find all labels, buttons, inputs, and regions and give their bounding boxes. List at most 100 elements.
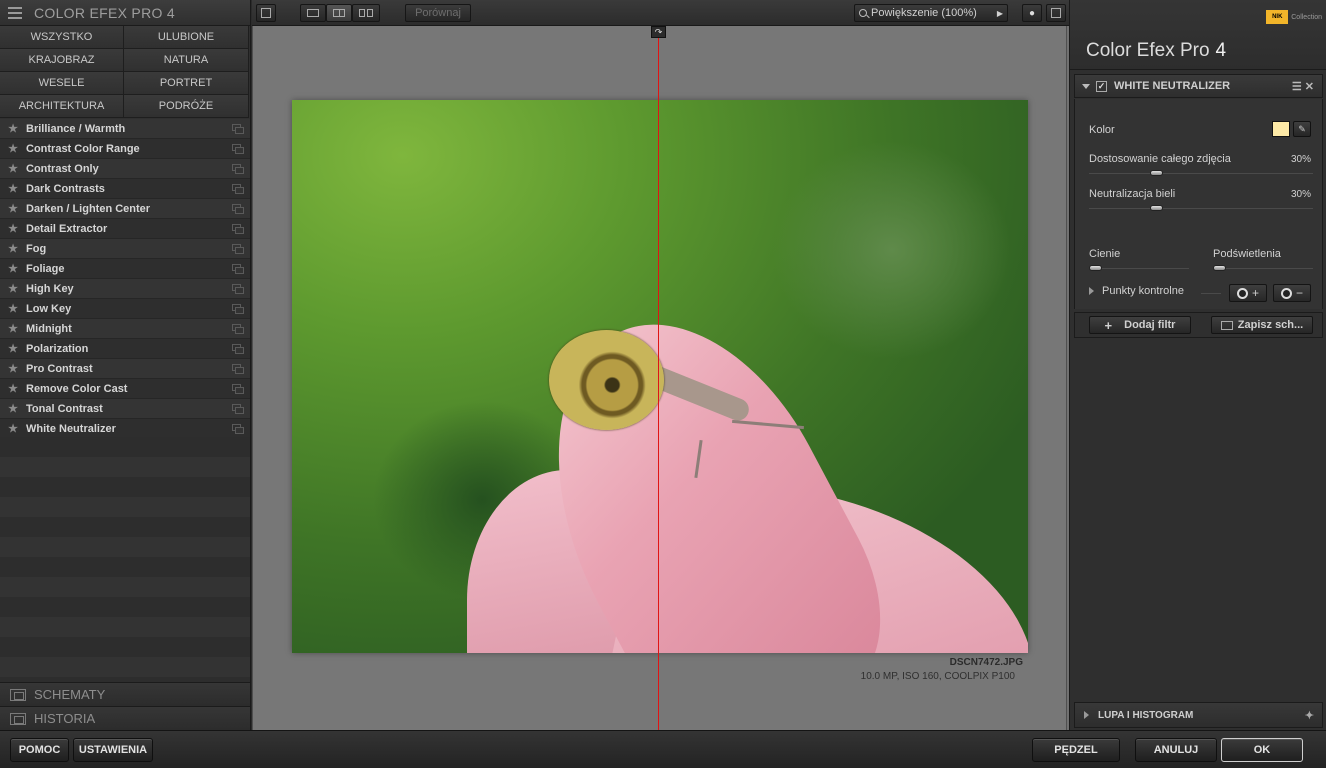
category-architecture[interactable]: ARCHITEKTURA bbox=[0, 95, 124, 118]
presets-stack-icon[interactable] bbox=[232, 384, 244, 394]
filter-options-icons[interactable]: ☰ ✕ bbox=[1292, 80, 1314, 93]
side-by-side-button[interactable] bbox=[352, 4, 380, 22]
filter-list-item[interactable]: ★ Pro Contrast bbox=[0, 359, 250, 379]
shadows-slider[interactable] bbox=[1089, 268, 1189, 269]
cancel-button[interactable]: ANULUJ bbox=[1135, 738, 1217, 762]
control-points-row[interactable]: Punkty kontrolne bbox=[1089, 285, 1184, 297]
preview-canvas[interactable]: ↷ DSCN7472.JPG 10.0 MP, ISO 160, COOLPIX… bbox=[252, 26, 1069, 730]
category-portrait[interactable]: PORTRET bbox=[124, 72, 249, 95]
presets-stack-icon[interactable] bbox=[232, 204, 244, 214]
remove-control-point-button[interactable]: − bbox=[1273, 284, 1311, 302]
eyedropper-button[interactable]: ✎ bbox=[1293, 121, 1311, 137]
favorite-star-icon[interactable]: ★ bbox=[0, 202, 26, 215]
favorite-star-icon[interactable]: ★ bbox=[0, 302, 26, 315]
favorite-star-icon[interactable]: ★ bbox=[0, 242, 26, 255]
presets-stack-icon[interactable] bbox=[232, 404, 244, 414]
filter-list-item[interactable]: ★ Fog bbox=[0, 239, 250, 259]
add-control-point-button[interactable]: + bbox=[1229, 284, 1267, 302]
menu-icon[interactable] bbox=[8, 6, 22, 19]
background-toggle-button[interactable]: ● bbox=[1022, 4, 1042, 22]
white-neutralization-slider[interactable] bbox=[1089, 208, 1313, 209]
split-view-button[interactable] bbox=[326, 4, 352, 22]
help-button[interactable]: POMOC bbox=[10, 738, 69, 762]
category-all[interactable]: WSZYSTKO bbox=[0, 26, 124, 49]
favorite-star-icon[interactable]: ★ bbox=[0, 282, 26, 295]
pin-icon[interactable]: ✦ bbox=[1305, 709, 1314, 722]
zoom-button[interactable]: Powiększenie (100%) ▶ bbox=[854, 4, 1008, 22]
hide-browser-button[interactable] bbox=[256, 4, 276, 22]
filter-list-item[interactable]: ★ Dark Contrasts bbox=[0, 179, 250, 199]
category-landscape[interactable]: KRAJOBRAZ bbox=[0, 49, 124, 72]
global-adjust-slider[interactable] bbox=[1089, 173, 1313, 174]
filter-list-item[interactable]: ★ Contrast Only bbox=[0, 159, 250, 179]
presets-stack-icon[interactable] bbox=[232, 304, 244, 314]
filter-list-item[interactable]: ★ High Key bbox=[0, 279, 250, 299]
filter-list-item[interactable]: ★ Polarization bbox=[0, 339, 250, 359]
presets-stack-icon[interactable] bbox=[232, 124, 244, 134]
split-swap-handle[interactable]: ↷ bbox=[651, 26, 666, 38]
favorite-star-icon[interactable]: ★ bbox=[0, 122, 26, 135]
presets-stack-icon[interactable] bbox=[232, 424, 244, 434]
white-neutralization-slider-thumb[interactable] bbox=[1150, 205, 1164, 211]
favorite-star-icon[interactable]: ★ bbox=[0, 182, 26, 195]
filter-list-item[interactable]: ★ White Neutralizer bbox=[0, 419, 250, 439]
favorite-star-icon[interactable]: ★ bbox=[0, 342, 26, 355]
filter-list-item[interactable]: ★ Tonal Contrast bbox=[0, 399, 250, 419]
category-favorites[interactable]: ULUBIONE bbox=[124, 26, 249, 49]
presets-stack-icon[interactable] bbox=[232, 224, 244, 234]
save-preset-button[interactable]: Zapisz sch... bbox=[1211, 316, 1313, 334]
category-nature[interactable]: NATURA bbox=[124, 49, 249, 72]
filter-list-item[interactable]: ★ Detail Extractor bbox=[0, 219, 250, 239]
favorite-star-icon[interactable]: ★ bbox=[0, 402, 26, 415]
history-label: HISTORIA bbox=[34, 711, 96, 726]
favorite-star-icon[interactable]: ★ bbox=[0, 262, 26, 275]
favorite-star-icon[interactable]: ★ bbox=[0, 162, 26, 175]
preview-image[interactable] bbox=[292, 100, 1028, 653]
single-view-button[interactable] bbox=[300, 4, 326, 22]
favorite-star-icon[interactable]: ★ bbox=[0, 222, 26, 235]
history-section-header[interactable]: HISTORIA bbox=[0, 706, 250, 730]
presets-section-header[interactable]: SCHEMATY bbox=[0, 682, 250, 706]
panel-toggle-right-icon bbox=[1051, 8, 1061, 18]
presets-stack-icon[interactable] bbox=[232, 264, 244, 274]
filter-list-item[interactable]: ★ Midnight bbox=[0, 319, 250, 339]
filter-list-item[interactable]: ★ Low Key bbox=[0, 299, 250, 319]
hide-controls-button[interactable] bbox=[1046, 4, 1066, 22]
presets-stack-icon[interactable] bbox=[232, 184, 244, 194]
settings-button[interactable]: USTAWIENIA bbox=[73, 738, 153, 762]
filter-list-item[interactable]: ★ Remove Color Cast bbox=[0, 379, 250, 399]
color-swatch[interactable] bbox=[1272, 121, 1290, 137]
presets-stack-icon[interactable] bbox=[232, 244, 244, 254]
favorite-star-icon[interactable]: ★ bbox=[0, 322, 26, 335]
favorite-star-icon[interactable]: ★ bbox=[0, 142, 26, 155]
presets-stack-icon[interactable] bbox=[232, 144, 244, 154]
shadows-slider-thumb[interactable] bbox=[1089, 265, 1102, 271]
global-adjust-slider-thumb[interactable] bbox=[1150, 170, 1164, 176]
filter-list-item[interactable]: ★ Foliage bbox=[0, 259, 250, 279]
control-points-divider bbox=[1201, 293, 1221, 294]
split-preview-line[interactable] bbox=[658, 26, 659, 730]
presets-stack-icon[interactable] bbox=[232, 324, 244, 334]
presets-stack-icon[interactable] bbox=[232, 284, 244, 294]
brush-button[interactable]: PĘDZEL bbox=[1032, 738, 1120, 762]
filter-list-item[interactable]: ★ Darken / Lighten Center bbox=[0, 199, 250, 219]
filter-enable-checkbox[interactable]: ✓ bbox=[1096, 80, 1107, 92]
favorite-star-icon[interactable]: ★ bbox=[0, 362, 26, 375]
add-filter-button[interactable]: + Dodaj filtr bbox=[1089, 316, 1191, 334]
presets-stack-icon[interactable] bbox=[232, 364, 244, 374]
category-wedding[interactable]: WESELE bbox=[0, 72, 124, 95]
loupe-histogram-header[interactable]: LUPA I HISTOGRAM ✦ bbox=[1074, 702, 1323, 728]
favorite-star-icon[interactable]: ★ bbox=[0, 422, 26, 435]
category-travel[interactable]: PODRÓŻE bbox=[124, 95, 249, 118]
highlights-slider-thumb[interactable] bbox=[1213, 265, 1226, 271]
filter-list-item[interactable]: ★ Brilliance / Warmth bbox=[0, 119, 250, 139]
presets-stack-icon[interactable] bbox=[232, 164, 244, 174]
filter-list-item[interactable]: ★ Contrast Color Range bbox=[0, 139, 250, 159]
presets-stack-icon[interactable] bbox=[232, 344, 244, 354]
ok-button[interactable]: OK bbox=[1221, 738, 1303, 762]
highlights-slider[interactable] bbox=[1213, 268, 1313, 269]
favorite-star-icon[interactable]: ★ bbox=[0, 382, 26, 395]
compare-button[interactable]: Porównaj bbox=[405, 4, 471, 22]
active-filter-header[interactable]: ✓ WHITE NEUTRALIZER ☰ ✕ bbox=[1074, 74, 1323, 98]
collapse-icon[interactable] bbox=[1082, 83, 1090, 89]
